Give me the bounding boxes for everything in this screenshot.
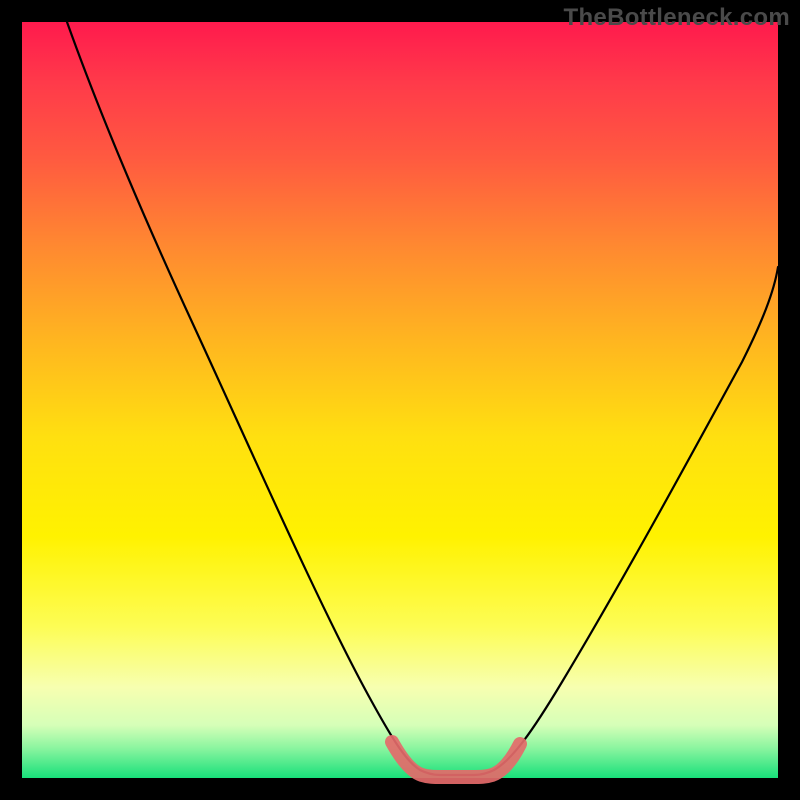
chart-svg bbox=[22, 22, 778, 778]
watermark-text: TheBottleneck.com bbox=[564, 4, 790, 32]
bottleneck-curve bbox=[67, 22, 778, 775]
chart-frame: TheBottleneck.com bbox=[0, 0, 800, 800]
chart-plot-area bbox=[22, 22, 778, 778]
optimal-range-highlight bbox=[392, 742, 520, 777]
